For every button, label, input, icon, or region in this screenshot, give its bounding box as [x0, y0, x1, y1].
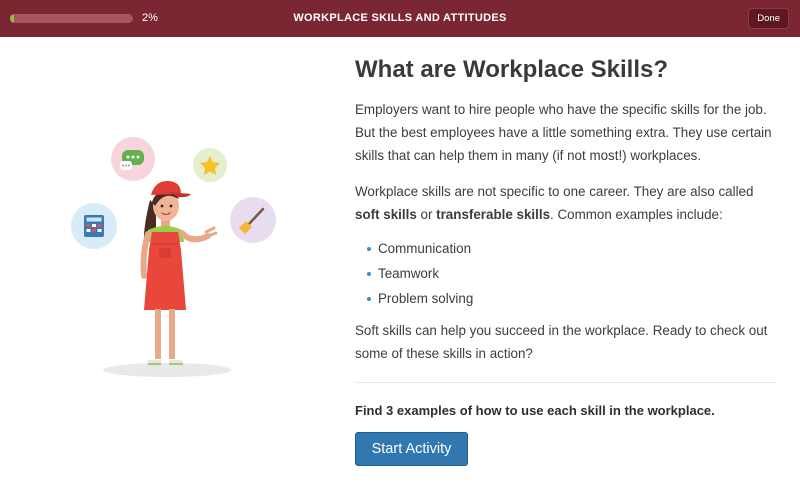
list-item: Teamwork [367, 261, 775, 286]
top-bar: 2% WORKPLACE SKILLS AND ATTITUDES Done [0, 0, 800, 37]
activity-instructions: Find 3 examples of how to use each skill… [355, 403, 715, 418]
divider [355, 382, 775, 383]
broom-icon [230, 197, 276, 243]
progress-fill [10, 14, 14, 23]
term-transferable-skills: transferable skills [436, 207, 551, 222]
intro-paragraph: Employers want to hire people who have t… [355, 102, 772, 163]
chat-bubble-icon [111, 137, 155, 181]
worker-character [140, 180, 218, 367]
definition-paragraph: Workplace skills are not specific to one… [355, 180, 775, 226]
progress-bar [10, 14, 133, 23]
list-item: Communication [367, 236, 775, 261]
start-activity-button[interactable]: Start Activity [355, 432, 468, 466]
done-button[interactable]: Done [748, 8, 789, 29]
definition-text-end: . Common examples include: [550, 207, 723, 222]
illustration [60, 120, 300, 390]
calculator-icon [71, 203, 117, 249]
main-content: What are Workplace Skills? Employers wan… [355, 56, 775, 466]
list-item: Problem solving [367, 286, 775, 311]
closing-paragraph: Soft skills can help you succeed in the … [355, 323, 768, 361]
progress-percent: 2% [142, 12, 158, 24]
star-icon [193, 148, 227, 182]
worker-illustration [71, 137, 276, 377]
skills-list: Communication Teamwork Problem solving [367, 236, 775, 311]
definition-text-or: or [416, 207, 437, 222]
page-title: What are Workplace Skills? [355, 56, 668, 83]
definition-text-start: Workplace skills are not specific to one… [355, 184, 754, 199]
term-soft-skills: soft skills [355, 207, 417, 222]
